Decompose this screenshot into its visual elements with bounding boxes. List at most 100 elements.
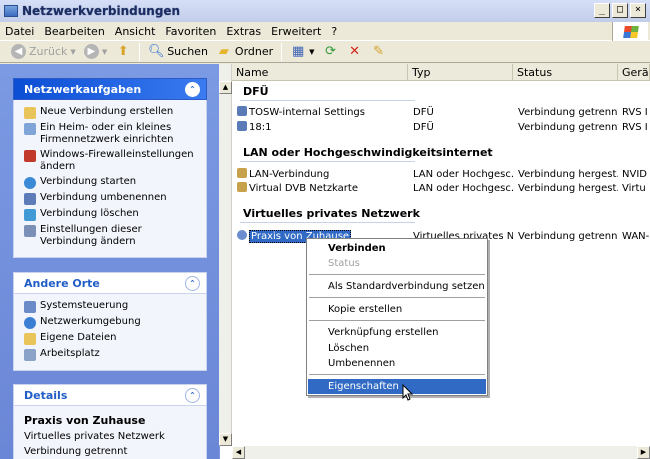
- chevron-down-icon: ▼: [101, 47, 108, 56]
- connection-type: LAN oder Hochgesc...: [413, 183, 513, 194]
- back-label: Zurück: [29, 45, 68, 58]
- task-home-network[interactable]: Ein Heim- oder ein kleines Firmennetzwer…: [24, 122, 200, 146]
- globe-icon: [24, 177, 36, 189]
- menu-help[interactable]: ?: [326, 25, 342, 38]
- rename-icon: [24, 193, 36, 205]
- connection-status: Verbindung hergest...: [518, 183, 618, 194]
- vertical-scrollbar[interactable]: ▲ ▼: [219, 64, 232, 446]
- control-panel-icon: [24, 301, 36, 313]
- network-tasks-header[interactable]: Netzwerkaufgaben ⌃: [13, 78, 207, 100]
- menu-favoriten[interactable]: Favoriten: [160, 25, 221, 38]
- chevron-down-icon: ▼: [70, 47, 76, 56]
- task-pane: Netzwerkaufgaben ⌃ Neue Verbindung erste…: [0, 64, 219, 459]
- close-button[interactable]: ×: [630, 3, 646, 18]
- menu-item-delete[interactable]: Löschen: [308, 341, 486, 356]
- column-header-name[interactable]: Name: [232, 64, 408, 81]
- task-change-settings[interactable]: Einstellungen dieser Verbindung ändern: [24, 224, 200, 248]
- lan-connection-icon: [237, 182, 247, 192]
- context-menu: Verbinden Status Als Standardverbindung …: [306, 238, 488, 396]
- menu-item-create-shortcut[interactable]: Verknüpfung erstellen: [308, 325, 486, 340]
- connection-status: Verbindung hergest...: [518, 169, 618, 180]
- other-places-header[interactable]: Andere Orte ⌃: [13, 272, 207, 294]
- refresh-button[interactable]: ⟳: [320, 42, 342, 62]
- dialup-connection-icon: [237, 121, 247, 131]
- connection-name: 18:1: [249, 122, 272, 133]
- place-label: Systemsteuerung: [40, 300, 129, 311]
- settings-icon: [24, 225, 36, 237]
- task-start-connection[interactable]: Verbindung starten: [24, 176, 200, 189]
- details-panel: Details ⌃ Praxis von Zuhause Virtuelles …: [13, 384, 207, 459]
- connection-device: NVID: [622, 169, 647, 180]
- menu-ansicht[interactable]: Ansicht: [110, 25, 161, 38]
- place-network-neighborhood[interactable]: Netzwerkumgebung: [24, 316, 200, 329]
- scroll-left-icon[interactable]: ◀: [232, 446, 245, 459]
- menu-erweitert[interactable]: Erweitert: [266, 25, 326, 38]
- place-label: Arbeitsplatz: [40, 348, 100, 359]
- task-label: Einstellungen dieser Verbindung ändern: [40, 224, 142, 247]
- task-label: Verbindung starten: [40, 176, 137, 187]
- connection-status: Verbindung getrennt: [518, 107, 618, 118]
- home-network-icon: [24, 123, 36, 135]
- forward-button[interactable]: ▶ ▼: [81, 42, 110, 62]
- refresh-icon: ⟳: [325, 44, 336, 59]
- maximize-button[interactable]: □: [612, 3, 628, 18]
- collapse-icon[interactable]: ⌃: [185, 276, 200, 291]
- place-control-panel[interactable]: Systemsteuerung: [24, 300, 200, 313]
- delete-button[interactable]: ✕: [344, 42, 366, 62]
- back-arrow-icon: ◀: [11, 44, 26, 59]
- horizontal-scrollbar[interactable]: ◀ ▶: [232, 446, 650, 459]
- column-header-status[interactable]: Status: [513, 64, 618, 81]
- task-delete-connection[interactable]: Verbindung löschen: [24, 208, 200, 221]
- network-tasks-title: Netzwerkaufgaben: [24, 82, 142, 96]
- connection-name: Virtual DVB Netzkarte: [249, 183, 358, 194]
- details-connection-type: Virtuelles privates Netzwerk: [24, 431, 165, 442]
- task-label: Verbindung löschen: [40, 208, 139, 219]
- connection-type: LAN oder Hochgesc...: [413, 169, 513, 180]
- task-new-connection[interactable]: Neue Verbindung erstellen: [24, 106, 200, 119]
- properties-button[interactable]: ✎: [368, 42, 390, 62]
- menu-item-set-default[interactable]: Als Standardverbindung setzen: [308, 279, 486, 294]
- scroll-up-icon[interactable]: ▲: [219, 81, 232, 94]
- menu-datei[interactable]: Datei: [0, 25, 39, 38]
- delete-connection-icon: [24, 209, 36, 221]
- connection-status: Verbindung getrennt: [518, 231, 618, 242]
- search-button[interactable]: 🔍︎ Suchen: [145, 42, 211, 62]
- connection-type: DFÜ: [413, 122, 434, 133]
- up-folder-button[interactable]: ⬆: [112, 42, 134, 62]
- column-header-type[interactable]: Typ: [408, 64, 513, 81]
- details-header[interactable]: Details ⌃: [13, 384, 207, 406]
- menu-bearbeiten[interactable]: Bearbeiten: [39, 25, 109, 38]
- connection-status: Verbindung getrennt: [518, 122, 618, 133]
- menu-item-properties[interactable]: Eigenschaften: [308, 379, 486, 394]
- collapse-icon[interactable]: ⌃: [185, 82, 200, 97]
- place-my-documents[interactable]: Eigene Dateien: [24, 332, 200, 345]
- connection-device: RVS I: [622, 107, 648, 118]
- network-folder-icon: [4, 5, 18, 17]
- scroll-down-icon[interactable]: ▼: [219, 433, 232, 446]
- title-bar: Netzwerkverbindungen _ □ ×: [0, 0, 650, 22]
- task-label: Windows-Firewalleinstellungen ändern: [40, 149, 194, 172]
- menu-item-rename[interactable]: Umbenennen: [308, 356, 486, 371]
- folder-icon: ▰: [218, 44, 229, 59]
- minimize-button[interactable]: _: [594, 3, 610, 18]
- scroll-right-icon[interactable]: ▶: [637, 446, 650, 459]
- menu-item-create-copy[interactable]: Kopie erstellen: [308, 302, 486, 317]
- folders-button[interactable]: ▰ Ordner: [213, 42, 276, 62]
- search-icon: 🔍︎: [147, 44, 165, 59]
- collapse-icon[interactable]: ⌃: [185, 388, 200, 403]
- forward-arrow-icon: ▶: [83, 44, 99, 59]
- menu-item-connect[interactable]: Verbinden: [308, 241, 486, 256]
- windows-logo-icon: [612, 22, 648, 41]
- task-firewall[interactable]: Windows-Firewalleinstellungen ändern: [24, 149, 200, 173]
- column-header-device[interactable]: Gerä: [618, 64, 650, 81]
- toolbar: ◀ Zurück ▼ ▶ ▼ ⬆ 🔍︎ Suchen ▰ Ordner ▦ ▼ …: [0, 41, 650, 63]
- menu-item-status[interactable]: Status: [308, 256, 486, 271]
- task-rename-connection[interactable]: Verbindung umbenennen: [24, 192, 200, 205]
- task-label: Neue Verbindung erstellen: [40, 106, 174, 117]
- views-button[interactable]: ▦ ▼: [287, 42, 317, 62]
- menu-extras[interactable]: Extras: [221, 25, 266, 38]
- other-places-title: Andere Orte: [24, 276, 100, 290]
- place-my-computer[interactable]: Arbeitsplatz: [24, 348, 200, 361]
- back-button[interactable]: ◀ Zurück ▼: [8, 42, 79, 62]
- documents-folder-icon: [24, 333, 36, 345]
